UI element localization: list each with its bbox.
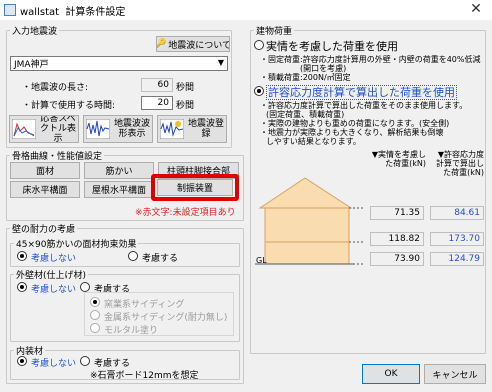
ceramic-siding-radio[interactable]	[90, 297, 100, 307]
calc-time-unit: 秒間	[176, 101, 195, 111]
brace-button[interactable]: 筋かい	[84, 162, 154, 179]
metal-siding-radio[interactable]	[90, 310, 100, 320]
brace-none-label: 考慮しない	[31, 254, 77, 264]
brace-none-radio[interactable]	[17, 251, 27, 261]
calc-load-row-3: 124.79	[430, 252, 484, 266]
spectrum-button[interactable]: 応答スペクトル表示	[9, 115, 79, 143]
title-bar: wallstat 計算条件設定 ✕	[0, 0, 492, 20]
brace-restraint-title: 45×90筋かいの面材拘束効果	[14, 237, 139, 250]
interior-none-label: 考慮しない	[31, 359, 77, 369]
face-material-button[interactable]: 面材	[10, 162, 80, 179]
spectrum-graph-icon	[12, 119, 36, 139]
brace-consider-label: 考慮する	[142, 254, 179, 264]
frame-group-title: 骨格曲線・性能値設定	[10, 149, 105, 162]
waveform-icon	[86, 119, 110, 139]
calc-load-column-head: ▼許容応力度計算で算出した荷重(kN)	[436, 150, 484, 177]
actual-load-desc2: ・積載荷重:200N/㎡固定	[260, 73, 351, 82]
actual-load-row-2: 118.82	[370, 232, 424, 246]
wave-length-unit: 秒間	[176, 83, 195, 93]
brace-consider-radio[interactable]	[128, 251, 138, 261]
load-group-title: 建物荷重	[254, 24, 295, 37]
interior-note: ※石膏ボード12mmを想定	[90, 371, 199, 381]
key-icon: 🔑	[156, 39, 167, 49]
interior-consider-radio[interactable]	[80, 356, 90, 366]
wall-group-title: 壁の耐力の考慮	[10, 222, 78, 235]
ceramic-siding-label: 窯業系サイディング	[104, 300, 185, 310]
chevron-down-icon: ▼	[217, 58, 224, 67]
gl-label: GL	[256, 256, 267, 265]
actual-load-row-1: 71.35	[370, 206, 424, 220]
calc-time-field[interactable]: 20	[141, 96, 173, 110]
close-button[interactable]: ✕	[462, 1, 490, 18]
interior-none-radio[interactable]	[17, 356, 27, 366]
mortar-radio[interactable]	[90, 323, 100, 333]
register-wave-icon	[160, 119, 184, 139]
calc-load-row-2: 173.70	[430, 232, 484, 246]
exterior-consider-radio[interactable]	[80, 282, 90, 292]
app-icon	[4, 4, 16, 16]
ok-button[interactable]: OK	[362, 364, 420, 384]
wave-length-field: 60	[141, 78, 173, 92]
wave-select-value: JMA神戸	[14, 60, 49, 70]
waveform-button[interactable]: 地震波波形表示	[83, 115, 153, 143]
actual-load-row-3: 73.90	[370, 252, 424, 266]
calc-load-row-1: 84.61	[430, 206, 484, 220]
damper-button[interactable]: 制振装置	[157, 179, 233, 196]
about-wave-button[interactable]: 🔑 地震波について	[156, 36, 230, 52]
unset-note: ※赤文字:未設定項目あり	[135, 208, 236, 218]
window-title: wallstat 計算条件設定	[20, 7, 126, 18]
register-wave-button[interactable]: 地震波登録	[157, 115, 227, 143]
mortar-label: モルタル塗り	[104, 326, 159, 336]
exterior-none-label: 考慮しない	[31, 285, 77, 295]
actual-load-label: 実情を考慮した荷重を使用	[266, 40, 398, 53]
calc-load-radio[interactable]	[254, 86, 264, 96]
input-wave-group-title: 入力地震波	[10, 24, 60, 37]
floor-diaphragm-button[interactable]: 床水平構面	[10, 181, 80, 198]
exterior-title: 外壁材(仕上げ材)	[14, 268, 89, 281]
calc-time-label: ・計算で使用する時間:	[22, 101, 116, 111]
exterior-none-radio[interactable]	[17, 282, 27, 292]
calc-load-label: 許容応力度計算で算出した荷重を使用	[266, 85, 457, 100]
actual-load-desc1: ・固定荷重:許容応力度計算用の外壁・内壁の荷重を40%低減	[260, 55, 481, 64]
metal-siding-label: 金属系サイディング(耐力無し)	[104, 313, 228, 323]
cancel-button[interactable]: キャンセル	[424, 364, 486, 384]
roof-diaphragm-button[interactable]: 屋根水平構面	[84, 181, 154, 198]
wave-select[interactable]: JMA神戸 ▼	[10, 56, 228, 71]
actual-load-radio[interactable]	[254, 40, 264, 50]
calc-load-desc3b: しやすい結果となります。	[266, 137, 361, 146]
wave-length-label: ・地震波の長さ:	[22, 83, 89, 93]
house-diagram	[255, 177, 365, 265]
